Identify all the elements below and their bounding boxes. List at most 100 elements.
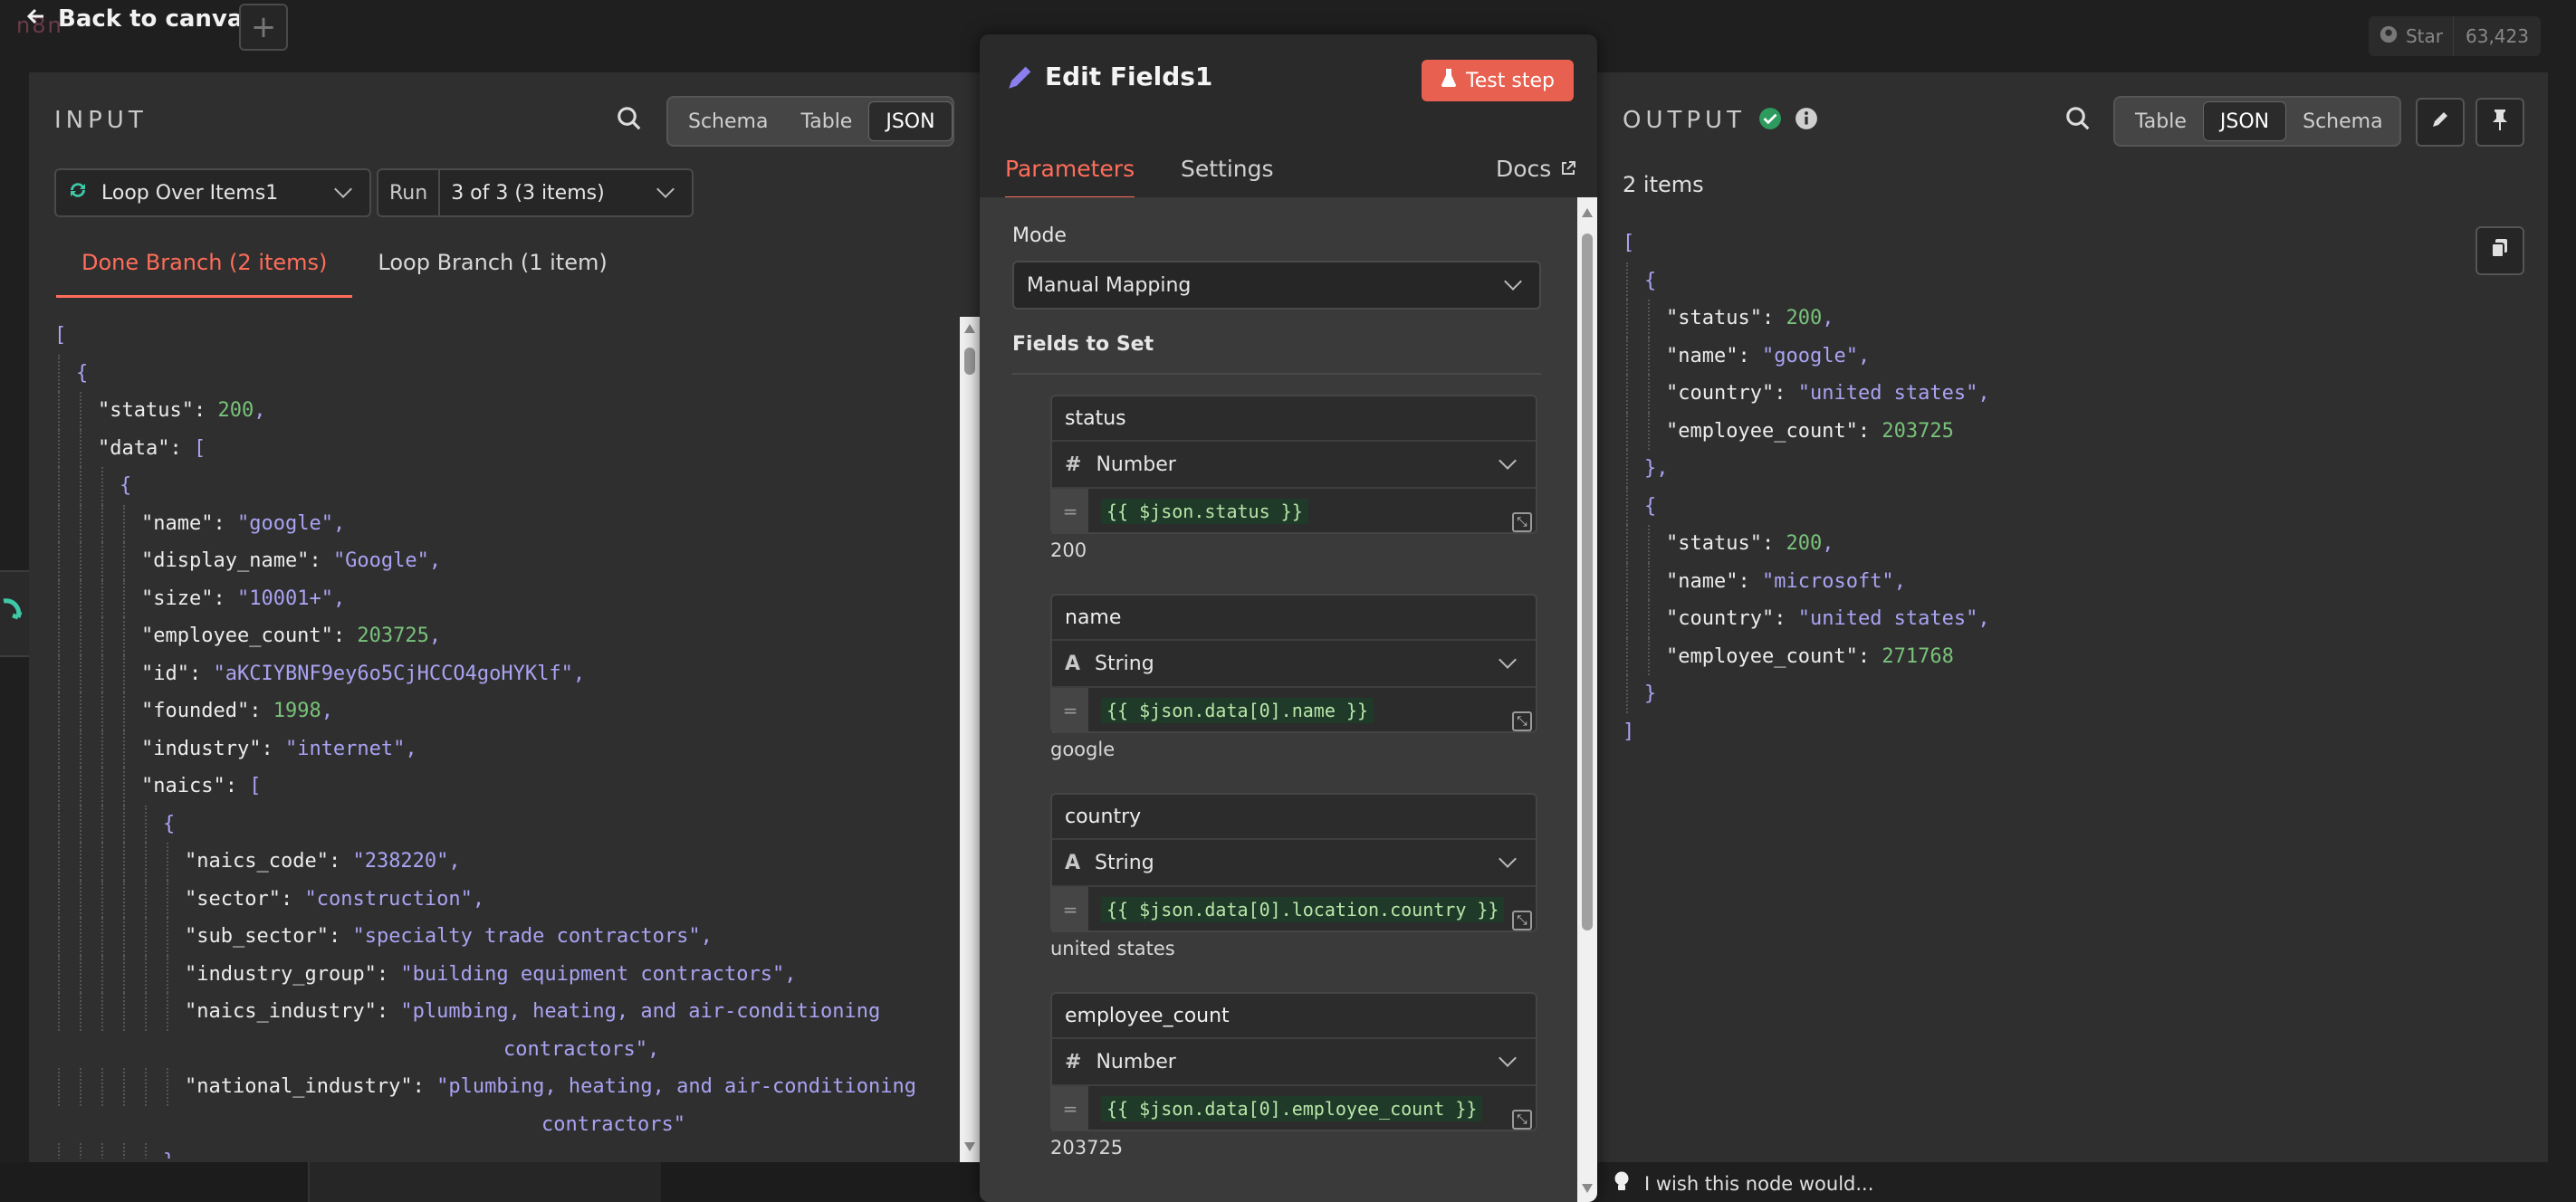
field-type-select[interactable]: A String [1052, 840, 1536, 887]
back-to-canvas-button[interactable]: Back to canvas [25, 2, 257, 36]
field-name-input[interactable]: name [1052, 596, 1536, 641]
input-view-json-tab[interactable]: JSON [868, 101, 953, 141]
field-result-preview: google [1050, 739, 1116, 760]
json-line: "country": "united states", [1623, 600, 2437, 638]
field-card: name A String ={{ $json.data[0].name }} ⤡ [1050, 594, 1537, 733]
json-line: [ [54, 324, 67, 347]
json-line: "name": "google", [54, 504, 960, 542]
github-star-label: Star [2405, 25, 2443, 47]
edit-output-button[interactable] [2416, 98, 2465, 147]
json-line: "employee_count": 203725 [1623, 412, 2437, 450]
run-select[interactable]: Run 3 of 3 (3 items) [377, 168, 694, 217]
chevron-down-icon [656, 180, 675, 198]
input-json-view: [{"status": 200, "data": [{"name": "googl… [54, 317, 960, 1159]
field-value-expression[interactable]: ={{ $json.data[0].name }} ⤡ [1052, 688, 1536, 733]
input-node-select-value: Loop Over Items1 [101, 181, 279, 205]
field-value-expression[interactable]: ={{ $json.data[0].employee_count }} ⤡ [1052, 1086, 1536, 1131]
github-star-button[interactable]: Star 63,423 [2369, 16, 2541, 56]
field-type-select[interactable]: # Number [1052, 1039, 1536, 1086]
field-card: status # Number ={{ $json.status }} ⤡ [1050, 395, 1537, 534]
search-icon[interactable] [2064, 105, 2092, 136]
arrow-left-icon [25, 5, 47, 33]
mode-label: Mode [1012, 224, 1067, 247]
output-item-count: 2 items [1623, 172, 1704, 197]
field-type-select[interactable]: # Number [1052, 442, 1536, 489]
field-name-input[interactable]: employee_count [1052, 994, 1536, 1039]
field-result-preview: united states [1050, 938, 1175, 959]
json-line: "name": "google", [1623, 337, 2437, 375]
input-view-schema-tab[interactable]: Schema [672, 101, 784, 141]
output-view-schema-tab[interactable]: Schema [2286, 101, 2399, 141]
field-name-input[interactable]: country [1052, 795, 1536, 840]
tab-loop-branch[interactable]: Loop Branch (1 item) [352, 243, 632, 298]
field-name-input[interactable]: status [1052, 396, 1536, 442]
json-line: "name": "microsoft", [1623, 562, 2437, 600]
input-panel-title: INPUT [54, 107, 148, 134]
feedback-prompt[interactable]: I wish this node would... [1614, 1166, 1873, 1202]
json-line: { [54, 467, 960, 505]
json-line: { [54, 354, 960, 392]
field-result-preview: 200 [1050, 539, 1087, 561]
json-line: "naics_industry": "plumbing, heating, an… [54, 993, 960, 1031]
expand-icon[interactable]: ⤡ [1512, 1110, 1532, 1130]
tab-settings[interactable]: Settings [1181, 156, 1274, 196]
json-line: "country": "united states", [1623, 375, 2437, 413]
canvas-bottom-bar [0, 1162, 982, 1202]
json-line: "national_industry": "plumbing, heating,… [54, 1068, 960, 1106]
editor-scrollbar[interactable] [1577, 197, 1597, 1202]
external-link-icon [1560, 156, 1576, 182]
tab-done-branch[interactable]: Done Branch (2 items) [56, 243, 353, 298]
input-panel: INPUT Schema Table JSON Loop Over Items1… [29, 72, 982, 1162]
parameters-body: Mode Manual Mapping Fields to Set status… [980, 197, 1577, 1202]
equals-icon: = [1052, 489, 1088, 534]
input-view-table-tab[interactable]: Table [784, 101, 868, 141]
mode-select[interactable]: Manual Mapping [1012, 261, 1541, 310]
loop-icon [67, 179, 89, 206]
string-icon: A [1065, 851, 1081, 874]
output-json-view: [{"status": 200, "name": "google", "countr… [1623, 224, 2437, 804]
json-line: { [54, 805, 960, 843]
test-step-button[interactable]: Test step [1422, 60, 1574, 101]
field-value-expression[interactable]: ={{ $json.status }} ⤡ [1052, 489, 1536, 534]
chevron-down-icon [1499, 452, 1517, 470]
json-line: "industry_group": "building equipment co… [54, 955, 960, 993]
field-card: employee_count # Number ={{ $json.data[0].e… [1050, 992, 1537, 1131]
info-icon[interactable] [1795, 107, 1818, 134]
copy-icon [2490, 237, 2510, 264]
copy-output-button[interactable] [2475, 226, 2524, 275]
expand-icon[interactable]: ⤡ [1512, 711, 1532, 731]
chevron-down-icon [334, 180, 352, 198]
docs-link[interactable]: Docs [1496, 156, 1576, 196]
expand-icon[interactable]: ⤡ [1512, 911, 1532, 930]
github-icon [2379, 24, 2399, 49]
field-value-expression[interactable]: ={{ $json.data[0].location.country }} ⤡ [1052, 887, 1536, 932]
json-line: contractors" [541, 1112, 685, 1136]
node-title[interactable]: Edit Fields1 [1045, 62, 1212, 91]
output-view-json-tab[interactable]: JSON [2202, 101, 2287, 141]
search-icon[interactable] [616, 105, 643, 136]
json-line: "employee_count": 271768 [1623, 637, 2437, 675]
equals-icon: = [1052, 688, 1088, 733]
field-type-select[interactable]: A String [1052, 641, 1536, 688]
mode-select-value: Manual Mapping [1027, 273, 1192, 297]
hash-icon: # [1065, 453, 1082, 476]
input-view-switcher: Schema Table JSON [666, 96, 954, 147]
flask-icon [1441, 68, 1457, 93]
fields-to-set-label: Fields to Set [1012, 333, 1154, 356]
add-node-button[interactable]: + [239, 4, 288, 51]
pencil-icon [1005, 62, 1036, 96]
json-line: "founded": 1998, [54, 692, 960, 730]
input-scrollbar[interactable] [960, 317, 980, 1162]
run-label: Run [378, 170, 441, 215]
input-node-select[interactable]: Loop Over Items1 [54, 168, 371, 217]
branch-tabs: Done Branch (2 items) Loop Branch (1 ite… [56, 243, 633, 298]
chevron-down-icon [1499, 1049, 1517, 1067]
json-line: contractors", [503, 1037, 660, 1061]
pin-data-button[interactable] [2475, 98, 2524, 147]
tab-parameters[interactable]: Parameters [1005, 156, 1135, 199]
field-card: country A String ={{ $json.data[0].location… [1050, 793, 1537, 932]
back-to-canvas-label: Back to canvas [58, 5, 257, 33]
expand-icon[interactable]: ⤡ [1512, 512, 1532, 532]
output-view-table-tab[interactable]: Table [2119, 101, 2203, 141]
success-check-icon [1758, 107, 1782, 134]
